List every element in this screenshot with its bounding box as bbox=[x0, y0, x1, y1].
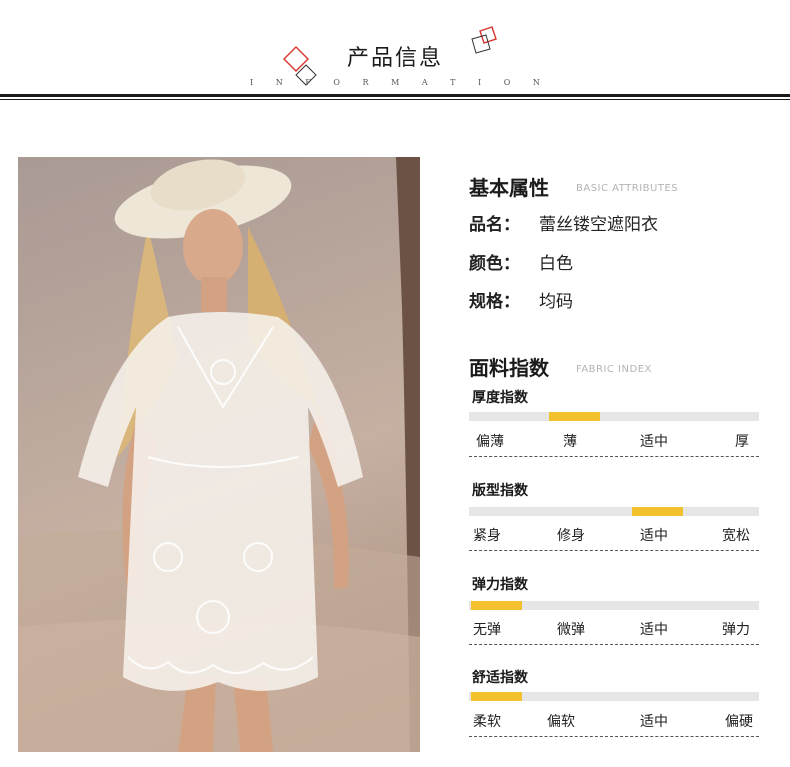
metric-label: 偏软 bbox=[547, 714, 575, 730]
attribute-key: 规格： bbox=[469, 292, 520, 312]
metric-fill bbox=[632, 507, 683, 516]
metric-label: 适中 bbox=[640, 622, 668, 638]
attribute-key: 颜色： bbox=[469, 254, 520, 274]
metric-divider bbox=[469, 644, 759, 645]
metric-label: 适中 bbox=[640, 528, 668, 544]
subtitle-letter: I bbox=[478, 78, 482, 87]
metric-label: 适中 bbox=[640, 434, 668, 450]
metric-labels: 柔软 偏软 适中 偏硬 bbox=[469, 711, 759, 731]
metric-label: 偏薄 bbox=[476, 434, 504, 450]
metric-track bbox=[469, 601, 759, 610]
subtitle-letter: O bbox=[503, 78, 511, 87]
metric-track bbox=[469, 692, 759, 701]
basic-attributes-title: 基本属性 bbox=[469, 176, 549, 200]
metric-label: 偏硬 bbox=[725, 714, 753, 730]
attribute-row-color: 颜色： 白色 bbox=[469, 249, 573, 274]
metric-label: 适中 bbox=[640, 714, 668, 730]
metric-title-thickness: 厚度指数 bbox=[472, 390, 528, 406]
metric-track bbox=[469, 412, 759, 421]
metric-title-comfort: 舒适指数 bbox=[472, 670, 528, 686]
subtitle-letter: T bbox=[450, 78, 456, 87]
metric-divider bbox=[469, 456, 759, 457]
page-header: 产品信息 I N F O R M A T I O N bbox=[0, 0, 790, 105]
metric-track bbox=[469, 507, 759, 516]
metric-label: 无弹 bbox=[473, 622, 501, 638]
subtitle-letter: R bbox=[362, 78, 369, 87]
metric-label: 微弹 bbox=[557, 622, 585, 638]
metric-title-fit: 版型指数 bbox=[472, 483, 528, 499]
metric-fill bbox=[471, 692, 522, 701]
metric-divider bbox=[469, 550, 759, 551]
metric-labels: 紧身 修身 适中 宽松 bbox=[469, 525, 759, 545]
metric-labels: 无弹 微弹 适中 弹力 bbox=[469, 619, 759, 639]
metric-title-elasticity: 弹力指数 bbox=[472, 577, 528, 593]
model-illustration bbox=[18, 157, 420, 752]
product-photo bbox=[18, 157, 420, 752]
metric-fill bbox=[471, 601, 522, 610]
metric-labels: 偏薄 薄 适中 厚 bbox=[469, 431, 759, 451]
metric-label: 修身 bbox=[557, 528, 585, 544]
page-title: 产品信息 bbox=[346, 46, 443, 71]
metric-label: 紧身 bbox=[473, 528, 501, 544]
subtitle-letter: A bbox=[421, 78, 428, 87]
subtitle-letter: I bbox=[250, 78, 254, 87]
subtitle-letter: N bbox=[275, 78, 283, 87]
metric-label: 薄 bbox=[563, 434, 577, 450]
attribute-value: 白色 bbox=[539, 254, 573, 274]
fabric-index-subtitle: FABRIC INDEX bbox=[576, 364, 652, 375]
metric-label: 厚 bbox=[735, 434, 749, 450]
page-subtitle: I N F O R M A T I O N bbox=[250, 78, 540, 87]
basic-attributes-subtitle: BASIC ATTRIBUTES bbox=[576, 183, 679, 194]
fabric-index-title: 面料指数 bbox=[469, 356, 549, 380]
subtitle-letter: N bbox=[532, 78, 540, 87]
header-divider bbox=[0, 94, 790, 97]
subtitle-letter: O bbox=[333, 78, 340, 87]
subtitle-letter: M bbox=[391, 78, 400, 87]
attribute-value: 均码 bbox=[539, 292, 573, 312]
header-divider-thin bbox=[0, 99, 790, 100]
attribute-value: 蕾丝镂空遮阳衣 bbox=[539, 215, 658, 235]
attribute-key: 品名： bbox=[469, 215, 520, 235]
metric-divider bbox=[469, 736, 759, 737]
attribute-row-size: 规格： 均码 bbox=[469, 287, 573, 312]
subtitle-letter: F bbox=[305, 78, 311, 87]
attribute-row-name: 品名： 蕾丝镂空遮阳衣 bbox=[469, 210, 658, 235]
square-outline-icon bbox=[471, 26, 497, 54]
metric-fill bbox=[549, 412, 600, 421]
metric-label: 宽松 bbox=[722, 528, 750, 544]
metric-label: 柔软 bbox=[473, 714, 501, 730]
metric-label: 弹力 bbox=[722, 622, 750, 638]
